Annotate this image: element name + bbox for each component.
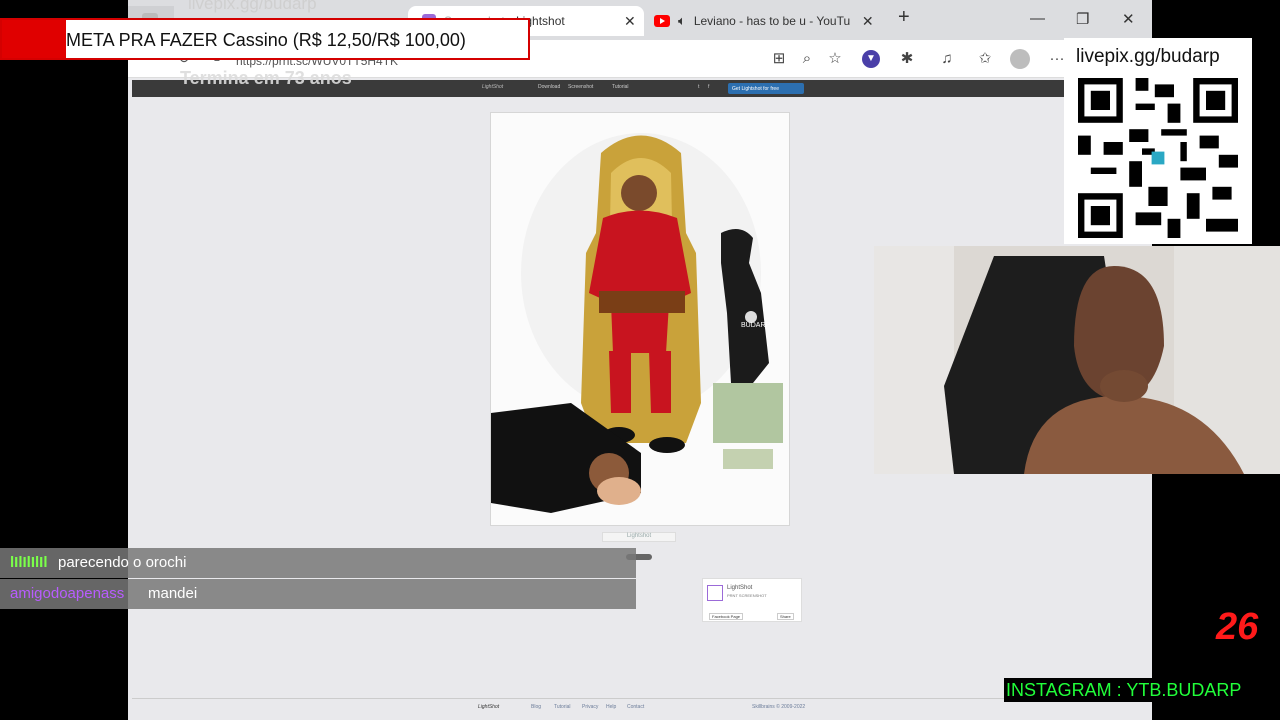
chat-username: lIlIlIlIl [10,554,48,571]
lightshot-button[interactable]: Lightshot [602,532,676,542]
speaker-icon[interactable]: 🔈︎ [678,13,686,29]
throne-photo: BUDARP [491,113,789,525]
chat-text: mandei [148,585,198,602]
goal-progress-fill [2,20,66,58]
qr-panel: livepix.gg/budarp [1064,38,1252,244]
site-logo[interactable]: LightShot [482,84,503,90]
chat-text: parecendo o orochi [58,554,187,571]
footer-link-contact[interactable]: Contact [627,704,644,710]
share-box-subtitle: PRNT SCREENSHOT [727,593,767,598]
footer-logo: LightShot [478,704,500,710]
footer-link-tutorial[interactable]: Tutorial [554,704,571,710]
zoom-icon[interactable]: ⌕ [798,50,816,68]
lightshot-logo-icon [707,585,723,601]
shield-icon[interactable]: ▼ [862,50,880,68]
footer-link-blog[interactable]: Blog [531,704,541,710]
qr-code [1078,78,1238,238]
chat-message: amigodoapenass mandei [0,579,636,609]
tab-youtube-title: Leviano - has to be u - YouTu [693,14,851,28]
goal-ghost-text: livepix.gg/budarp [188,0,317,13]
media-icon[interactable]: ♫ [938,50,956,68]
chat-username: amigodoapenass [10,585,125,602]
goal-banner-text: META PRA FAZER Cassino (R$ 12,50/R$ 100,… [66,30,466,50]
goal-banner: META PRA FAZER Cassino (R$ 12,50/R$ 100,… [0,18,530,60]
nav-tutorial[interactable]: Tutorial [612,84,629,90]
footer-link-help[interactable]: Help [606,704,616,710]
nav-download[interactable]: Download [538,84,560,90]
webcam-feed [874,246,1280,474]
screenshot-image: BUDARP [490,112,790,526]
chat-message: lIlIlIlIl parecendo o orochi [0,548,636,578]
favorite-star-icon[interactable]: ☆ [826,50,844,68]
share-button[interactable]: Share [777,613,794,620]
footer-link-privacy[interactable]: Privacy [582,704,598,710]
tab-close-icon[interactable]: ✕ [624,13,636,30]
viewer-counter: 26 [1216,606,1259,648]
youtube-icon [654,15,670,27]
qr-label: livepix.gg/budarp [1076,46,1220,67]
facebook-page-button[interactable]: Facebook Page [709,613,744,620]
tab-screenshot-title: Lightshot [516,14,565,28]
extensions-icon[interactable]: ✱ [898,50,916,68]
instagram-banner: INSTAGRAM : YTB.BUDARP [1004,678,1274,702]
favorites-icon[interactable]: ✩ [976,50,994,68]
webcam-image [874,246,1280,474]
profile-avatar[interactable] [1010,49,1030,69]
share-box-title: LightShot [727,585,753,591]
twitter-icon[interactable]: t [698,84,699,90]
close-window-button[interactable]: ✕ [1122,10,1135,28]
tab-close-icon[interactable]: ✕ [862,13,874,30]
restore-button[interactable]: ❐ [1076,10,1089,28]
nav-screenshot[interactable]: Screenshot [568,84,593,90]
apps-icon[interactable]: ⊞ [770,50,788,68]
facebook-icon[interactable]: f [708,84,709,90]
minimize-button[interactable]: — [1030,10,1045,27]
get-lightshot-button[interactable]: Get Lightshot for free [728,83,804,94]
share-box: LightShot PRNT SCREENSHOT Facebook Page … [702,578,802,622]
tab-youtube[interactable]: 🔈︎ Leviano - has to be u - YouTu ✕ [652,6,882,36]
new-tab-button[interactable]: + [898,6,910,29]
site-footer: LightShot Blog Tutorial Privacy Help Con… [132,698,1152,716]
footer-copyright: Skillbrains © 2009-2022 [752,704,806,710]
stream-screen: Screenshot - Lightshot ✕ 🔈︎ Leviano - ha… [0,0,1280,720]
timer-ghost-text: Termina em 73 anos [180,68,352,88]
goat-chain-label: BUDARP [741,322,771,329]
